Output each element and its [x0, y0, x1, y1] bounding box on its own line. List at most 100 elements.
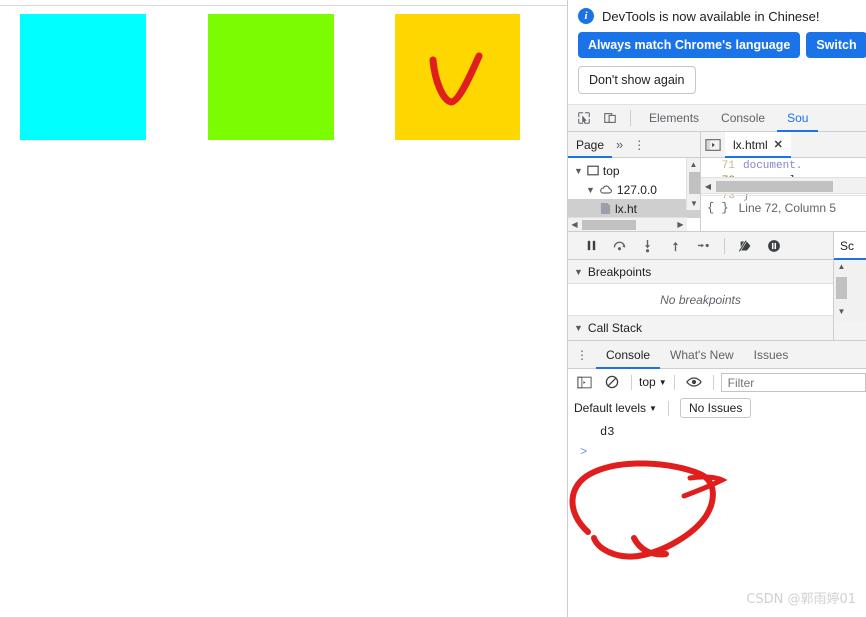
editor-tab-lx-html[interactable]: lx.html ✕ — [725, 132, 791, 158]
tab-elements[interactable]: Elements — [639, 105, 709, 132]
tree-node-label: lx.ht — [615, 201, 638, 216]
navigator-horizontal-scrollbar[interactable]: ◀ ▶ — [568, 217, 687, 231]
navigator-vertical-scrollbar[interactable]: ▲ ▼ — [686, 158, 700, 210]
scroll-left-arrow-icon[interactable]: ◀ — [701, 178, 715, 195]
debugger-controls-toolbar — [568, 232, 833, 260]
frame-icon — [587, 165, 599, 176]
dont-show-again-button[interactable]: Don't show again — [578, 66, 696, 94]
devtools-language-infobar: i DevTools is now available in Chinese! … — [568, 0, 866, 105]
caret-down-icon: ▼ — [658, 377, 667, 387]
resume-script-icon[interactable] — [578, 234, 604, 258]
console-sidebar-icon[interactable] — [572, 371, 596, 393]
console-filter-toolbar: top ▼ Filter — [568, 369, 866, 395]
chevron-double-right-icon[interactable]: » — [612, 137, 627, 152]
toggle-navigator-icon[interactable] — [701, 132, 725, 158]
document-icon — [600, 203, 611, 214]
sources-navigator: Page » ⋮ ▼ top ▼ 127.0.0 lx.ht ▲ ▼ ◀ ▶ — [568, 132, 701, 231]
debugger-divider — [724, 237, 725, 254]
tree-node-top[interactable]: ▼ top — [568, 161, 700, 180]
navigator-tabbar: Page » ⋮ — [568, 132, 700, 158]
devtools-panel: i DevTools is now available in Chinese! … — [567, 0, 866, 617]
scroll-down-arrow-icon[interactable]: ▼ — [687, 197, 701, 210]
toolbar-divider — [667, 400, 669, 416]
debugger-left-column: ▼ Breakpoints No breakpoints ▼ Call Stac… — [568, 232, 834, 340]
screenshot-root: i DevTools is now available in Chinese! … — [0, 0, 866, 617]
drawer-tab-whats-new[interactable]: What's New — [660, 341, 744, 369]
call-stack-section-header[interactable]: ▼ Call Stack — [568, 316, 833, 340]
step-icon[interactable] — [690, 234, 716, 258]
clear-console-icon[interactable] — [600, 371, 624, 393]
toolbar-divider — [673, 374, 675, 390]
editor-status-bar: { } Line 72, Column 5 — [701, 195, 866, 219]
gold-square — [395, 14, 520, 140]
editor-tabbar: lx.html ✕ — [701, 132, 866, 158]
sources-panel: Page » ⋮ ▼ top ▼ 127.0.0 lx.ht ▲ ▼ ◀ ▶ l… — [568, 132, 866, 232]
pause-on-exceptions-icon[interactable] — [761, 234, 787, 258]
triangle-down-icon: ▼ — [574, 323, 583, 333]
debugger-right-column: Sc ▲ ▼ — [834, 232, 866, 340]
code-line: 71 document. — [701, 158, 866, 173]
section-title: Breakpoints — [587, 264, 652, 279]
drawer-tab-issues[interactable]: Issues — [744, 341, 799, 369]
always-match-chrome-language-button[interactable]: Always match Chrome's language — [578, 32, 801, 58]
tab-scope[interactable]: Sc — [834, 232, 866, 260]
step-into-icon[interactable] — [634, 234, 660, 258]
live-expression-icon[interactable] — [682, 371, 706, 393]
close-icon[interactable]: ✕ — [774, 138, 783, 151]
tree-node-label: 127.0.0 — [616, 182, 657, 197]
device-toolbar-icon[interactable] — [598, 107, 622, 129]
breakpoints-section-header[interactable]: ▼ Breakpoints — [568, 260, 833, 284]
scrollbar-thumb[interactable] — [836, 277, 847, 299]
tab-console[interactable]: Console — [711, 105, 775, 132]
scroll-right-arrow-icon[interactable]: ▶ — [674, 218, 687, 232]
tab-sources[interactable]: Sou — [777, 105, 818, 132]
triangle-down-icon: ▼ — [574, 266, 583, 277]
tree-node-host[interactable]: ▼ 127.0.0 — [568, 180, 700, 199]
info-icon: i — [578, 8, 594, 24]
cyan-square — [20, 14, 146, 140]
browser-page-viewport — [0, 0, 567, 617]
line-number: 71 — [721, 159, 735, 172]
tree-node-file-lx-html[interactable]: lx.ht — [568, 199, 700, 218]
cursor-position-label: Line 72, Column 5 — [738, 200, 837, 215]
no-issues-button[interactable]: No Issues — [679, 398, 752, 418]
inspect-element-icon[interactable] — [572, 107, 596, 129]
watermark: CSDN @郭雨婷01 — [746, 592, 856, 607]
step-over-icon[interactable] — [606, 234, 632, 258]
triangle-down-icon: ▼ — [586, 184, 595, 195]
triangle-down-icon: ▼ — [574, 165, 583, 176]
console-output: d3 > — [568, 421, 866, 461]
source-code-editor: lx.html ✕ 71 document. 72 consol 73 — [701, 132, 866, 231]
more-options-icon[interactable]: ⋮ — [627, 139, 651, 151]
drawer-tab-console[interactable]: Console — [596, 341, 660, 369]
editor-horizontal-scrollbar[interactable]: ◀ — [701, 177, 866, 194]
toolbar-divider — [630, 110, 631, 126]
console-drawer: ⋮ Console What's New Issues top ▼ Filter… — [568, 340, 866, 461]
levels-label: Default levels — [574, 401, 647, 415]
page-top-divider — [0, 5, 567, 6]
debugger-area: ▼ Breakpoints No breakpoints ▼ Call Stac… — [568, 232, 866, 340]
console-prompt[interactable]: > — [568, 443, 866, 461]
navigator-tab-page[interactable]: Page — [568, 132, 612, 158]
switch-language-button[interactable]: Switch — [806, 32, 866, 58]
tree-node-label: top — [602, 163, 620, 178]
pretty-print-braces-icon[interactable]: { } — [707, 201, 729, 215]
console-context-selector[interactable]: top ▼ — [639, 375, 667, 389]
caret-down-icon: ▼ — [649, 403, 657, 413]
scrollbar-thumb[interactable] — [582, 220, 636, 230]
scroll-left-arrow-icon[interactable]: ◀ — [568, 218, 581, 232]
scrollbar-thumb[interactable] — [716, 181, 833, 192]
scroll-up-arrow-icon[interactable]: ▲ — [687, 158, 700, 171]
toolbar-divider — [631, 374, 632, 390]
scroll-down-arrow-icon[interactable]: ▼ — [836, 307, 847, 320]
console-filter-input[interactable]: Filter — [720, 372, 866, 392]
deactivate-breakpoints-icon[interactable] — [733, 234, 759, 258]
line-text: document. — [743, 159, 803, 172]
scroll-up-arrow-icon[interactable]: ▲ — [836, 262, 847, 275]
scrollbar-thumb[interactable] — [689, 172, 700, 194]
more-tools-icon[interactable]: ⋮ — [568, 348, 596, 362]
step-out-icon[interactable] — [662, 234, 688, 258]
file-tree: ▼ top ▼ 127.0.0 lx.ht — [568, 158, 700, 218]
sidebar-scrollbar-track[interactable]: ▲ ▼ — [834, 260, 866, 322]
console-log-levels-dropdown[interactable]: Default levels ▼ — [574, 401, 657, 415]
